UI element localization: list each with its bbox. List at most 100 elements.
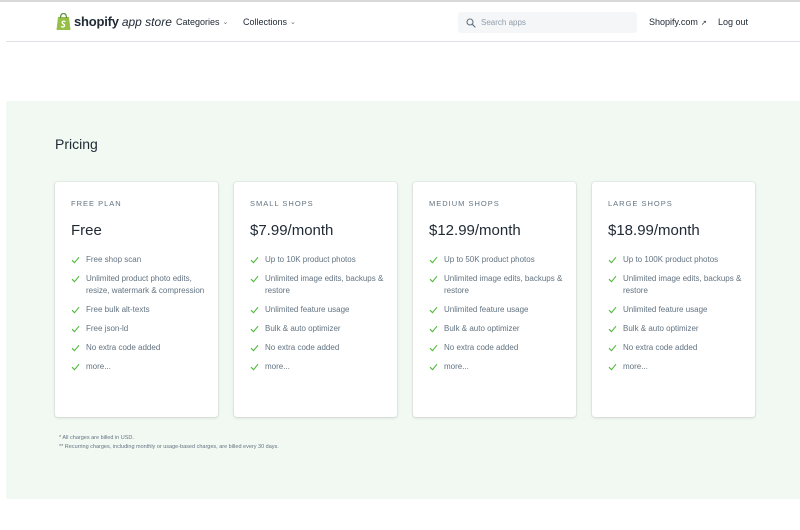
feature-item: Free json-ld <box>71 324 208 335</box>
search-input[interactable] <box>481 18 621 27</box>
feature-item: Free shop scan <box>71 255 208 266</box>
external-link-icon: ↗ <box>700 20 707 27</box>
shopify-bag-icon <box>56 13 71 30</box>
check-icon <box>71 344 80 352</box>
check-icon <box>608 306 617 314</box>
check-icon <box>429 325 438 333</box>
feature-item: Up to 100K product photos <box>608 255 745 266</box>
pricing-title: Pricing <box>55 136 98 152</box>
feature-list: Up to 50K product photos Unlimited image… <box>429 255 566 373</box>
plan-price: Free <box>71 222 102 239</box>
nav-categories-label: Categories <box>176 17 220 27</box>
feature-text: Up to 100K product photos <box>623 255 719 264</box>
check-icon <box>71 363 80 371</box>
log-out-link[interactable]: Log out <box>718 17 748 27</box>
feature-item: Unlimited image edits, backups & restore <box>429 274 566 297</box>
plan-price: $18.99/month <box>608 222 700 239</box>
feature-text: Unlimited feature usage <box>444 305 529 314</box>
brand-name: shopify <box>74 14 119 29</box>
more-link[interactable]: more... <box>71 362 208 373</box>
feature-item: No extra code added <box>429 343 566 354</box>
shopify-com-label: Shopify.com <box>649 17 698 27</box>
pricing-section: Pricing FREE PLAN Free Free shop scan Un… <box>6 101 800 499</box>
brand-subtitle: app store <box>121 14 172 29</box>
feature-text: Bulk & auto optimizer <box>623 324 699 333</box>
feature-item: Unlimited feature usage <box>250 305 387 316</box>
feature-text: Bulk & auto optimizer <box>265 324 341 333</box>
feature-text: Bulk & auto optimizer <box>444 324 520 333</box>
plan-name: LARGE SHOPS <box>608 199 673 208</box>
shopify-app-store-logo[interactable]: shopify app store <box>56 13 172 30</box>
feature-list: Up to 100K product photos Unlimited imag… <box>608 255 745 373</box>
feature-item: Bulk & auto optimizer <box>608 324 745 335</box>
more-link-text: more... <box>623 362 648 371</box>
check-icon <box>429 344 438 352</box>
shopify-com-link[interactable]: Shopify.com ↗ <box>649 17 707 27</box>
feature-text: Up to 50K product photos <box>444 255 535 264</box>
search-box[interactable] <box>458 12 637 33</box>
feature-text: Unlimited feature usage <box>623 305 708 314</box>
app-store-header: shopify app store Categories ⌄ Collectio… <box>6 2 800 42</box>
plan-price: $7.99/month <box>250 222 334 239</box>
more-link-text: more... <box>444 362 469 371</box>
plan-card-small-shops: SMALL SHOPS $7.99/month Up to 10K produc… <box>234 182 397 417</box>
nav-categories[interactable]: Categories ⌄ <box>176 17 228 27</box>
feature-item: Unlimited image edits, backups & restore <box>250 274 387 297</box>
check-icon <box>608 275 617 283</box>
check-icon <box>71 325 80 333</box>
feature-item: Free bulk alt-texts <box>71 305 208 316</box>
plan-card-medium-shops: MEDIUM SHOPS $12.99/month Up to 50K prod… <box>413 182 576 417</box>
more-link[interactable]: more... <box>429 362 566 373</box>
check-icon <box>250 306 259 314</box>
check-icon <box>608 363 617 371</box>
feature-text: Free shop scan <box>86 255 142 264</box>
plan-card-free: FREE PLAN Free Free shop scan Unlimited … <box>55 182 218 417</box>
check-icon <box>429 363 438 371</box>
check-icon <box>429 306 438 314</box>
nav-collections[interactable]: Collections ⌄ <box>243 17 296 27</box>
feature-text: No extra code added <box>444 343 519 352</box>
feature-item: Unlimited product photo edits, resize, w… <box>71 274 208 297</box>
plan-name: MEDIUM SHOPS <box>429 199 500 208</box>
feature-text: Unlimited image edits, backups & restore <box>444 274 563 295</box>
footnote-recurring: ** Recurring charges, including monthly … <box>59 444 279 450</box>
feature-list: Free shop scan Unlimited product photo e… <box>71 255 208 373</box>
feature-text: No extra code added <box>623 343 698 352</box>
more-link[interactable]: more... <box>250 362 387 373</box>
feature-text: Unlimited image edits, backups & restore <box>265 274 384 295</box>
feature-item: Bulk & auto optimizer <box>429 324 566 335</box>
plan-card-large-shops: LARGE SHOPS $18.99/month Up to 100K prod… <box>592 182 755 417</box>
feature-item: Unlimited feature usage <box>608 305 745 316</box>
nav-collections-label: Collections <box>243 17 288 27</box>
feature-item: Bulk & auto optimizer <box>250 324 387 335</box>
check-icon <box>608 256 617 264</box>
feature-item: Up to 50K product photos <box>429 255 566 266</box>
check-icon <box>608 325 617 333</box>
chevron-down-icon: ⌄ <box>222 19 229 26</box>
check-icon <box>71 275 80 283</box>
feature-text: Up to 10K product photos <box>265 255 356 264</box>
feature-item: No extra code added <box>250 343 387 354</box>
feature-item: No extra code added <box>71 343 208 354</box>
check-icon <box>429 275 438 283</box>
check-icon <box>71 256 80 264</box>
feature-list: Up to 10K product photos Unlimited image… <box>250 255 387 373</box>
feature-text: Free bulk alt-texts <box>86 305 150 314</box>
feature-item: No extra code added <box>608 343 745 354</box>
check-icon <box>250 363 259 371</box>
check-icon <box>250 256 259 264</box>
check-icon <box>250 325 259 333</box>
feature-text: Free json-ld <box>86 324 129 333</box>
more-link-text: more... <box>86 362 111 371</box>
feature-text: No extra code added <box>265 343 340 352</box>
check-icon <box>429 256 438 264</box>
feature-text: Unlimited product photo edits, resize, w… <box>86 274 205 295</box>
check-icon <box>250 275 259 283</box>
feature-item: Up to 10K product photos <box>250 255 387 266</box>
check-icon <box>608 344 617 352</box>
plan-price: $12.99/month <box>429 222 521 239</box>
feature-text: Unlimited image edits, backups & restore <box>623 274 742 295</box>
check-icon <box>71 306 80 314</box>
more-link[interactable]: more... <box>608 362 745 373</box>
footnote-currency: * All charges are billed in USD. <box>59 435 134 441</box>
